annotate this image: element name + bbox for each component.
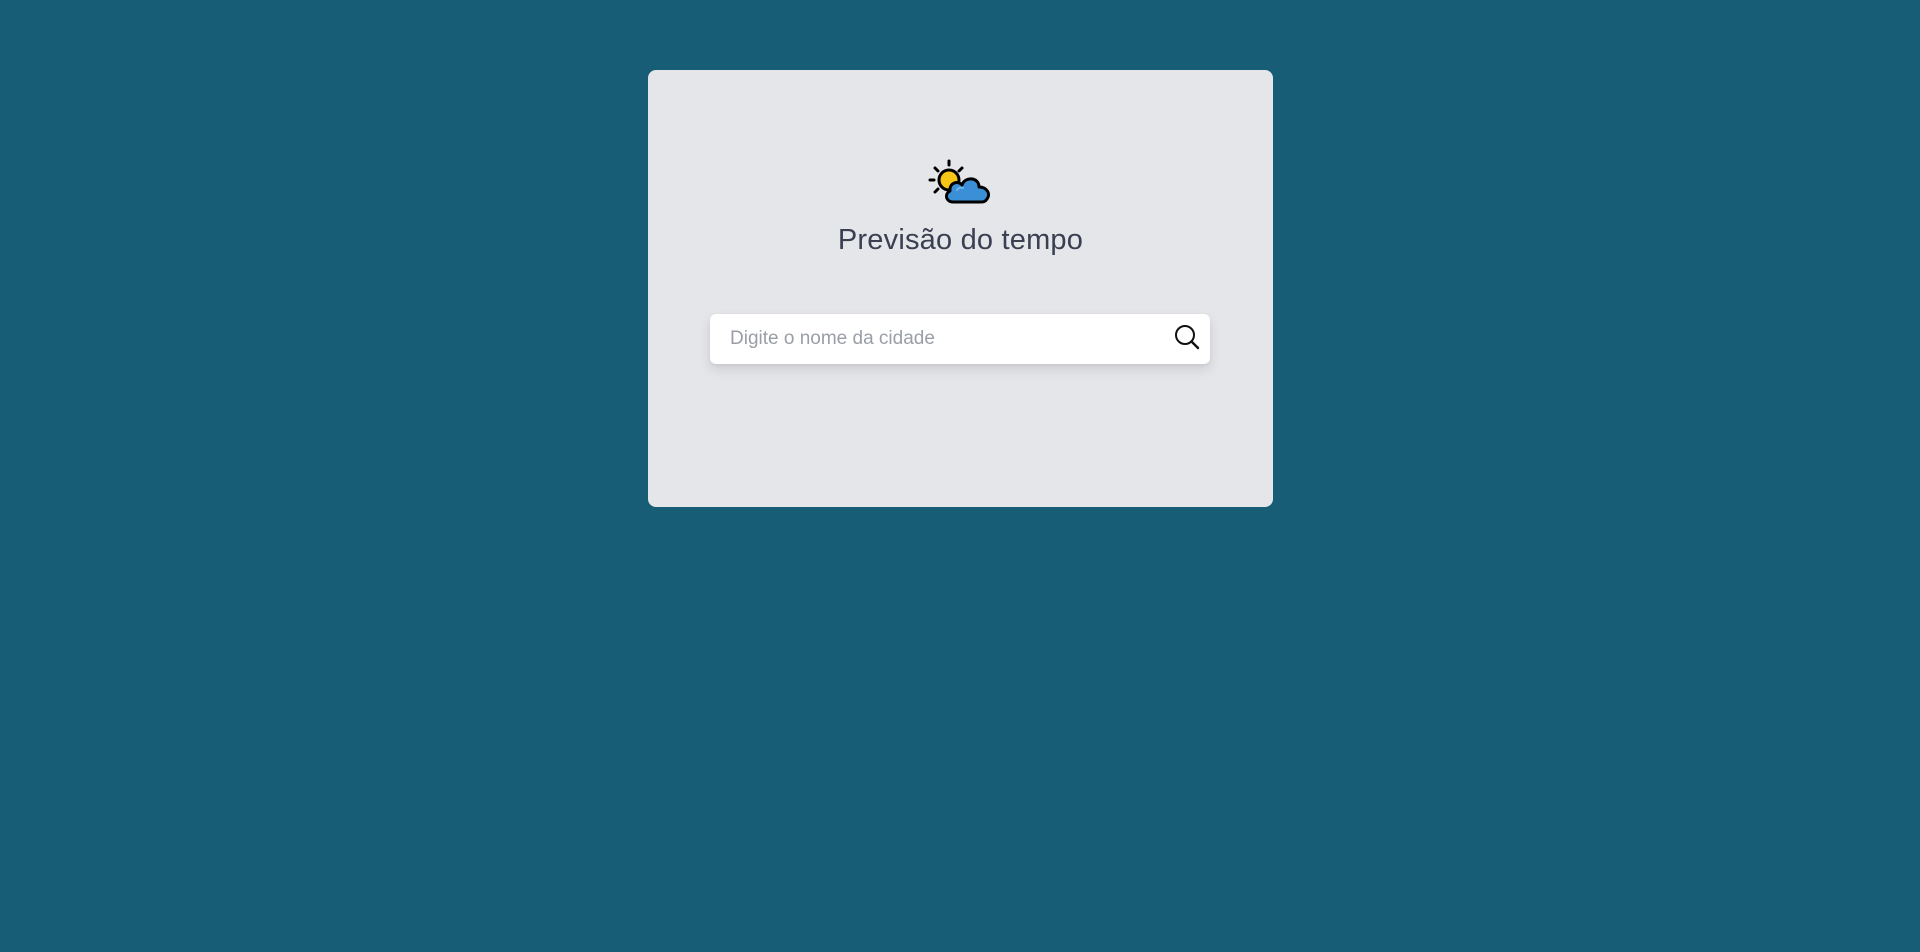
page-title: Previsão do tempo	[837, 224, 1084, 256]
city-search-input[interactable]	[710, 314, 1150, 364]
weather-card: Previsão do tempo	[648, 70, 1273, 507]
sun-behind-cloud-icon	[927, 158, 993, 210]
search-button[interactable]	[1172, 324, 1202, 354]
search-bar	[710, 314, 1210, 364]
search-icon	[1173, 323, 1201, 356]
